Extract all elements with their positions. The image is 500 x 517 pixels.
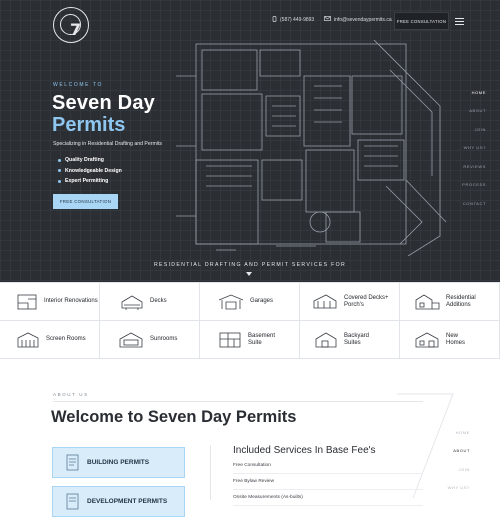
free-consultation-button[interactable]: FREE CONSULTATION: [53, 194, 118, 209]
bullet-icon: [58, 179, 61, 183]
garage-icon: [218, 294, 244, 309]
hero-section: 7 (587) 449-9893 info@sevendaypermits.ca…: [0, 0, 500, 282]
card-label: DEVELOPMENT PERMITS: [87, 498, 168, 505]
service-label: Residential Additions: [446, 294, 476, 308]
side-nav-lower: HOME ABOUT JOIN WHY US?: [446, 423, 470, 497]
side-nav-join[interactable]: JOIN: [446, 460, 470, 479]
chevron-down-icon[interactable]: [246, 272, 252, 276]
services-grid: Interior Renovations Decks Garages Cover…: [0, 282, 500, 359]
backyard-icon: [315, 332, 337, 347]
divider: [210, 445, 211, 500]
sunroom-icon: [119, 332, 143, 347]
mail-icon: [324, 16, 331, 23]
service-tile-sunrooms[interactable]: Sunrooms: [100, 321, 200, 359]
service-tile-additions[interactable]: Residential Additions: [400, 283, 500, 321]
list-item: Free Consultation: [233, 458, 423, 474]
bullet-icon: [58, 158, 61, 162]
service-tile-new-homes[interactable]: New Homes: [400, 321, 500, 359]
phone-number: (587) 449-9893: [280, 17, 315, 23]
side-nav-process[interactable]: PROCESS: [446, 176, 486, 195]
email-address: info@sevendaypermits.ca: [334, 16, 392, 23]
list-item: Free Bylaw Review: [233, 474, 423, 490]
about-title: Welcome to Seven Day Permits: [51, 408, 297, 426]
service-tile-garages[interactable]: Garages: [200, 283, 300, 321]
logo[interactable]: 7: [53, 7, 89, 43]
service-tile-basement[interactable]: Basement Suite: [200, 321, 300, 359]
service-label: Backyard Suites: [344, 332, 370, 346]
side-nav-about[interactable]: ABOUT: [446, 442, 470, 461]
development-permits-card[interactable]: DEVELOPMENT PERMITS: [52, 486, 185, 517]
service-label: Sunrooms: [150, 336, 178, 342]
hero-kicker: WELCOME TO: [53, 82, 103, 88]
feature-item: Expert Permitting: [58, 176, 122, 187]
card-label: BUILDING PERMITS: [87, 459, 150, 466]
hero-title-line2: Permits: [52, 114, 126, 136]
side-nav-about[interactable]: ABOUT: [446, 102, 486, 121]
addition-icon: [415, 294, 440, 309]
permit-document-icon: [66, 493, 79, 509]
service-label: New Homes: [446, 332, 466, 346]
feature-item: Knowledgeable Design: [58, 166, 122, 177]
service-label: Decks: [150, 298, 167, 304]
service-label: Covered Decks+ Porch's: [344, 294, 389, 308]
side-nav-home[interactable]: HOME: [446, 423, 470, 442]
side-nav-why-us[interactable]: WHY US?: [446, 139, 486, 158]
header-phone[interactable]: (587) 449-9893: [272, 16, 314, 24]
permit-document-icon: [66, 454, 79, 470]
service-label: Garages: [250, 298, 274, 304]
list-item: Onsite Measurements (As-builts): [233, 490, 423, 506]
basement-icon: [219, 332, 241, 347]
hero-tagline: Specializing in Residential Drafting and…: [53, 141, 162, 147]
side-nav: HOME ABOUT JOIN WHY US? REVIEWS PROCESS …: [446, 83, 486, 213]
service-tile-decks[interactable]: Decks: [100, 283, 200, 321]
deck-icon: [121, 295, 143, 310]
header-email[interactable]: info@sevendaypermits.ca: [324, 16, 392, 23]
services-strap-heading: RESIDENTIAL DRAFTING AND PERMIT SERVICES…: [154, 262, 346, 268]
bullet-icon: [58, 169, 61, 173]
service-tile-interior[interactable]: Interior Renovations: [0, 283, 100, 321]
side-nav-contact[interactable]: CONTACT: [446, 194, 486, 213]
blueprint-illustration: [176, 39, 447, 256]
side-nav-home[interactable]: HOME: [446, 83, 486, 102]
included-services-title: Included Services In Base Fee's: [233, 445, 376, 456]
menu-icon[interactable]: [455, 18, 464, 27]
interior-icon: [17, 294, 37, 309]
hero-feature-list: Quality Drafting Knowledgeable Design Ex…: [58, 155, 122, 187]
service-label: Interior Renovations: [44, 298, 98, 304]
service-label: Basement Suite: [248, 332, 276, 346]
service-tile-screen-rooms[interactable]: Screen Rooms: [0, 321, 100, 359]
about-kicker: ABOUT US: [53, 392, 89, 397]
free-consultation-button-header[interactable]: FREE CONSULTATION: [394, 12, 449, 30]
side-nav-join[interactable]: JOIN: [446, 120, 486, 139]
new-home-icon: [415, 332, 439, 347]
included-services-list: Free Consultation Free Bylaw Review Onsi…: [233, 458, 423, 506]
covered-deck-icon: [313, 294, 337, 308]
side-nav-reviews[interactable]: REVIEWS: [446, 157, 486, 176]
service-tile-covered-decks[interactable]: Covered Decks+ Porch's: [300, 283, 400, 321]
side-nav-why-us[interactable]: WHY US?: [446, 479, 470, 498]
feature-item: Quality Drafting: [58, 155, 122, 166]
service-tile-backyard[interactable]: Backyard Suites: [300, 321, 400, 359]
service-label: Screen Rooms: [46, 336, 86, 342]
screen-room-icon: [17, 332, 39, 347]
phone-icon: [272, 16, 277, 24]
building-permits-card[interactable]: BUILDING PERMITS: [52, 447, 185, 478]
divider: [53, 401, 423, 402]
hero-title-line1: Seven Day: [52, 92, 155, 114]
